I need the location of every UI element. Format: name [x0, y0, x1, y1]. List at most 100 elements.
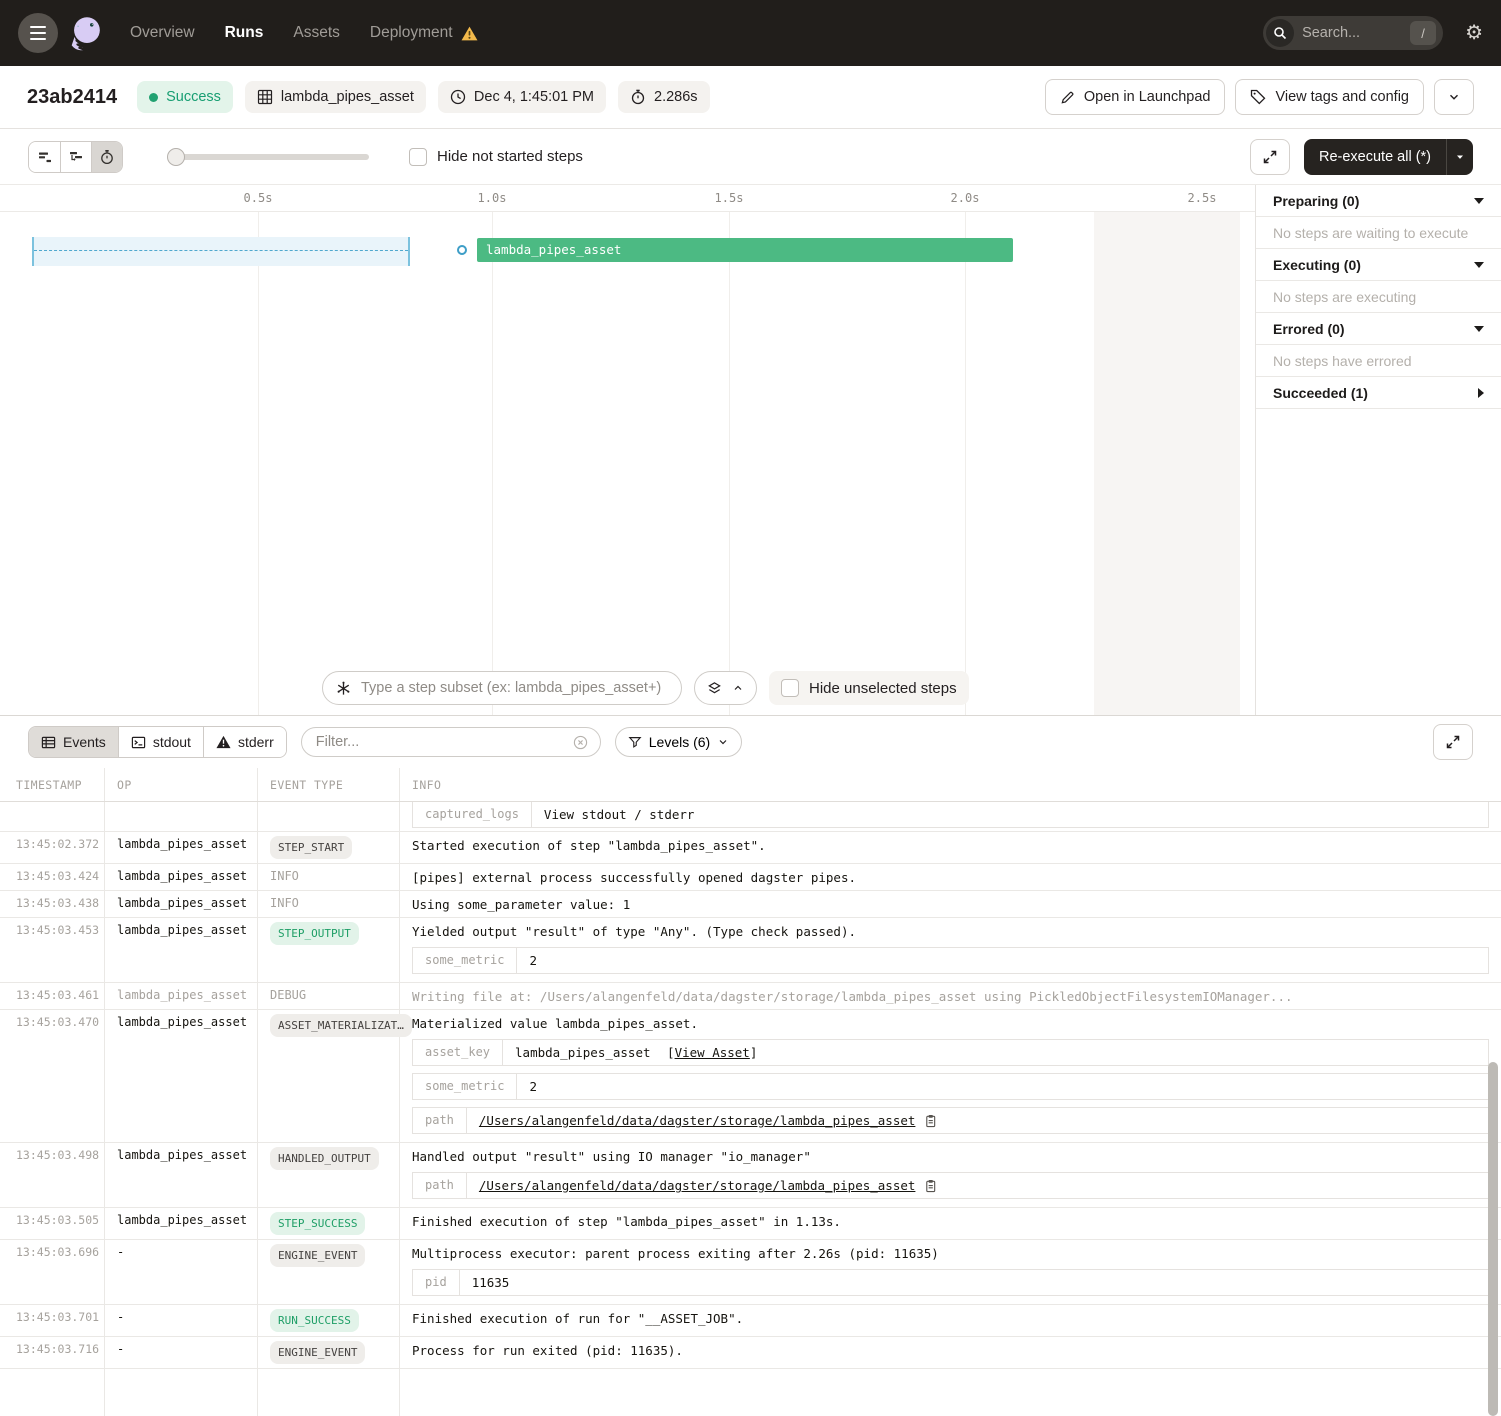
- step-status-section-header[interactable]: Errored (0): [1256, 313, 1501, 345]
- dagster-logo-icon[interactable]: [64, 11, 108, 55]
- event-type-badge: STEP_SUCCESS: [270, 1212, 365, 1235]
- caret-down-icon: [1474, 326, 1484, 332]
- checkbox-icon[interactable]: [409, 148, 427, 166]
- terminal-icon: [131, 735, 146, 750]
- timestamp-cell: 13:45:03.498: [0, 1143, 105, 1207]
- collapse-layers-button[interactable]: [694, 671, 757, 705]
- gantt-waterfall-view-button[interactable]: [60, 142, 91, 172]
- event-message: Process for run exited (pid: 11635).: [412, 1341, 1489, 1359]
- axis-tick: 1.5s: [715, 191, 744, 205]
- event-type-cell: STEP_OUTPUT: [258, 918, 400, 982]
- metadata-value: /Users/alangenfeld/data/dagster/storage/…: [467, 1108, 950, 1133]
- layers-icon: [707, 681, 722, 696]
- view-asset-link[interactable]: View Asset: [675, 1045, 750, 1060]
- metadata-key: path: [413, 1173, 467, 1198]
- search-placeholder: Search...: [1302, 25, 1410, 41]
- gantt-view-mode-group: [28, 141, 123, 173]
- op-cell: -: [105, 1305, 258, 1336]
- event-type-badge: DEBUG: [270, 988, 306, 1002]
- chevron-down-icon: [1454, 151, 1466, 163]
- tab-events[interactable]: Events: [29, 727, 118, 757]
- step-status-panel: Preparing (0)No steps are waiting to exe…: [1255, 185, 1501, 715]
- error-triangle-icon: [216, 735, 231, 749]
- event-type-badge: RUN_SUCCESS: [270, 1309, 359, 1332]
- event-message: Materialized value lambda_pipes_asset.: [412, 1014, 1489, 1032]
- step-status-section-header[interactable]: Executing (0): [1256, 249, 1501, 281]
- hide-unselected-checkbox[interactable]: Hide unselected steps: [769, 671, 969, 705]
- menu-button[interactable]: [18, 13, 58, 53]
- caret-right-icon: [1478, 388, 1484, 398]
- flat-view-icon: [37, 149, 53, 165]
- nav-overview[interactable]: Overview: [130, 24, 195, 42]
- metadata-path-link[interactable]: /Users/alangenfeld/data/dagster/storage/…: [479, 1177, 916, 1194]
- step-subset-input[interactable]: [322, 671, 682, 705]
- gantt-fullscreen-button[interactable]: [1250, 139, 1290, 175]
- metadata-row: some_metric2: [412, 1073, 1489, 1100]
- axis-tick: 0.5s: [244, 191, 273, 205]
- info-cell: captured_logsView stdout / stderr: [400, 802, 1501, 832]
- nav-deployment[interactable]: Deployment: [370, 24, 453, 42]
- run-header: 23ab2414 Success lambda_pipes_asset Dec …: [0, 66, 1501, 129]
- event-message: Finished execution of run for "__ASSET_J…: [412, 1309, 1489, 1327]
- reexecute-dropdown-button[interactable]: [1446, 139, 1473, 175]
- step-status-section-header[interactable]: Preparing (0): [1256, 185, 1501, 217]
- step-status-section-header[interactable]: Succeeded (1): [1256, 377, 1501, 409]
- gantt-canvas: lambda_pipes_asset Hide unselected steps: [0, 212, 1255, 715]
- levels-dropdown[interactable]: Levels (6): [615, 727, 742, 757]
- op-selector-icon: [336, 681, 351, 696]
- nav-assets[interactable]: Assets: [293, 24, 340, 42]
- zoom-slider[interactable]: [169, 154, 369, 160]
- metadata-row: asset_keylambda_pipes_asset [View Asset]: [412, 1039, 1489, 1066]
- waterfall-view-icon: [68, 149, 84, 165]
- copy-path-icon[interactable]: [924, 1114, 937, 1128]
- copy-path-icon[interactable]: [924, 1179, 937, 1193]
- metadata-path-link[interactable]: /Users/alangenfeld/data/dagster/storage/…: [479, 1112, 916, 1129]
- event-type-badge: ENGINE_EVENT: [270, 1244, 365, 1267]
- deployment-warning-icon[interactable]: [461, 26, 478, 41]
- op-cell: lambda_pipes_asset: [105, 864, 258, 890]
- metadata-key: asset_key: [413, 1040, 503, 1065]
- nav-runs[interactable]: Runs: [225, 24, 264, 42]
- event-type-badge: STEP_START: [270, 836, 352, 859]
- zoom-slider-knob[interactable]: [167, 148, 185, 166]
- step-status-empty-text: No steps have errored: [1256, 345, 1501, 377]
- open-in-launchpad-button[interactable]: Open in Launchpad: [1045, 79, 1226, 115]
- event-row: 13:45:03.424lambda_pipes_assetINFO[pipes…: [0, 864, 1501, 891]
- op-cell: [105, 802, 258, 832]
- job-tag[interactable]: lambda_pipes_asset: [245, 81, 426, 113]
- tab-stdout[interactable]: stdout: [118, 727, 203, 757]
- chevron-up-icon: [732, 682, 744, 694]
- timestamp-cell: 13:45:02.372: [0, 832, 105, 863]
- info-cell: [pipes] external process successfully op…: [400, 864, 1501, 890]
- clear-filter-icon[interactable]: [573, 735, 588, 750]
- step-status-empty-text: No steps are waiting to execute: [1256, 217, 1501, 249]
- event-row: 13:45:02.372lambda_pipes_assetSTEP_START…: [0, 832, 1501, 864]
- log-filter-text-input[interactable]: [314, 733, 565, 751]
- event-type-cell: INFO: [258, 864, 400, 890]
- search-input[interactable]: Search... /: [1263, 16, 1443, 50]
- column-info: INFO: [400, 768, 1501, 801]
- tag-icon: [1250, 89, 1266, 105]
- gantt-time-axis: 0.5s1.0s1.5s2.0s2.5s: [0, 185, 1255, 212]
- header-more-button[interactable]: [1434, 79, 1474, 115]
- gantt-timed-view-button[interactable]: [91, 142, 122, 172]
- events-fullscreen-button[interactable]: [1433, 724, 1473, 760]
- gear-icon[interactable]: ⚙: [1465, 23, 1483, 43]
- tab-stderr[interactable]: stderr: [203, 727, 286, 757]
- log-filter-input[interactable]: [301, 727, 601, 757]
- clock-icon: [450, 89, 466, 105]
- checkbox-icon[interactable]: [781, 679, 799, 697]
- events-toolbar: Events stdout stderr Levels (6): [0, 716, 1501, 768]
- search-shortcut-badge: /: [1410, 21, 1436, 45]
- gantt-flat-view-button[interactable]: [29, 142, 60, 172]
- reexecute-all-button[interactable]: Re-execute all (*): [1304, 139, 1446, 175]
- axis-tick: 1.0s: [478, 191, 507, 205]
- hide-not-started-checkbox[interactable]: Hide not started steps: [409, 148, 583, 166]
- event-row: captured_logsView stdout / stderr: [0, 802, 1501, 832]
- step-subset-text-input[interactable]: [359, 679, 668, 697]
- view-tags-config-button[interactable]: View tags and config: [1235, 79, 1424, 115]
- gantt-step-bar[interactable]: lambda_pipes_asset: [477, 238, 1013, 262]
- metadata-key: captured_logs: [413, 802, 532, 827]
- metadata-value: /Users/alangenfeld/data/dagster/storage/…: [467, 1173, 950, 1198]
- events-scrollbar[interactable]: [1488, 1062, 1498, 1416]
